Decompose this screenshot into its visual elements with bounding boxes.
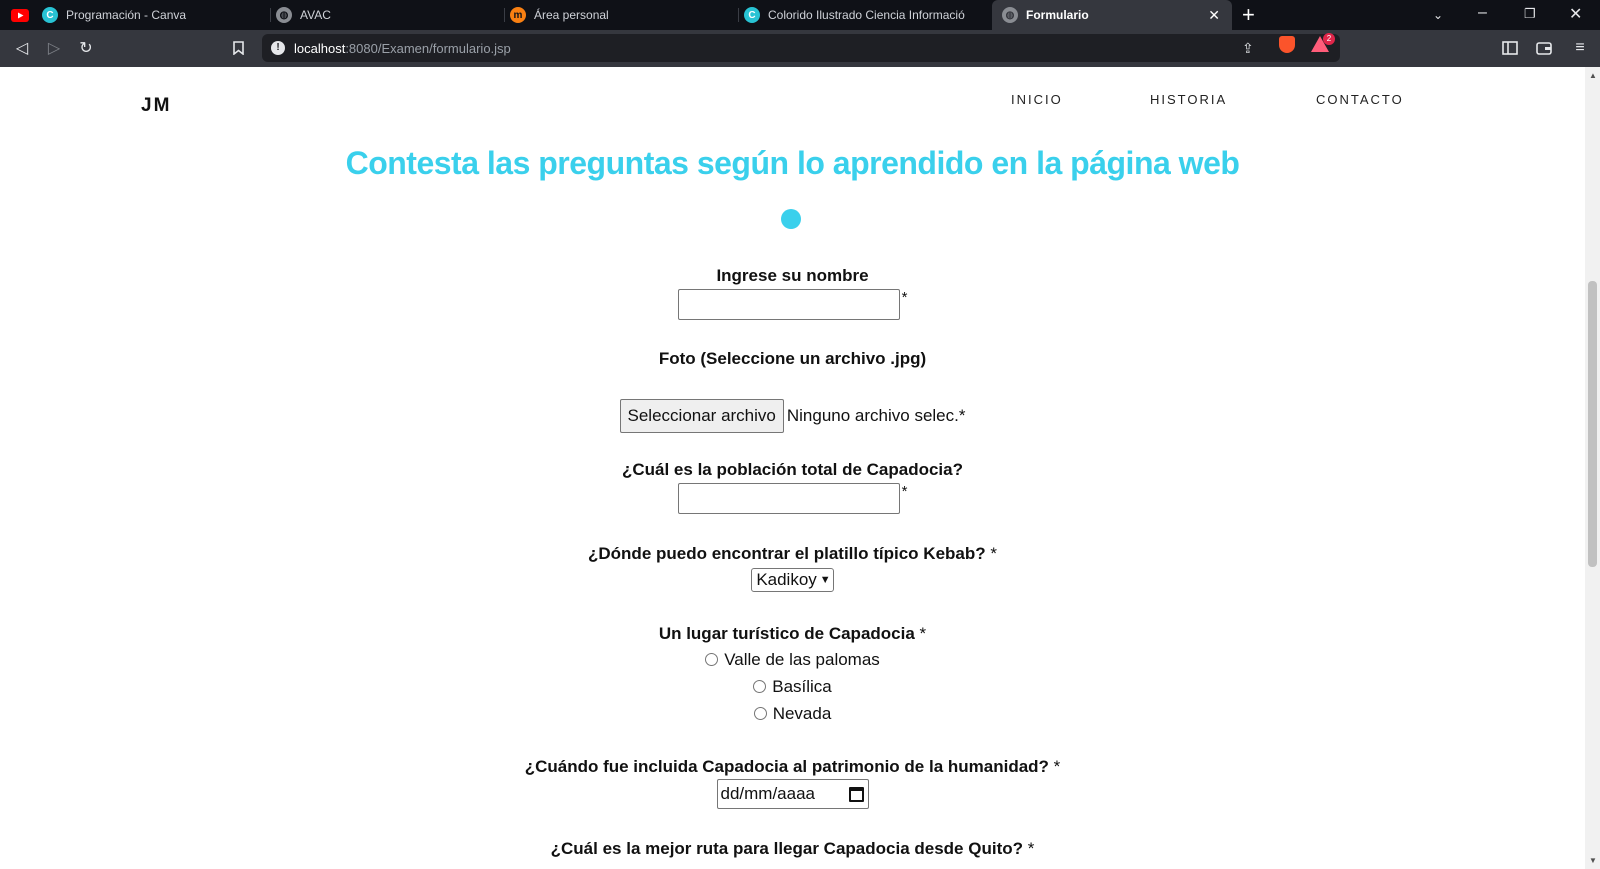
address-bar[interactable]: ! localhost:8080/Examen/formulario.jsp ⇪: [262, 34, 1340, 62]
tab-formulario[interactable]: ◍ Formulario ✕: [992, 0, 1232, 30]
page-scrollbar[interactable]: ▲ ▼: [1585, 67, 1600, 869]
tab-title: Formulario: [1026, 8, 1089, 22]
close-icon[interactable]: ✕: [1208, 7, 1220, 24]
nav-contacto[interactable]: CONTACTO: [1316, 92, 1404, 107]
globe-icon: ◍: [1002, 7, 1018, 23]
kebab-selected-value: Kadikoy: [756, 570, 817, 589]
page-title: Contesta las preguntas según lo aprendid…: [345, 145, 1240, 181]
sidebar-icon[interactable]: [1500, 38, 1520, 58]
calendar-icon[interactable]: [848, 786, 864, 802]
globe-icon: ◍: [276, 7, 292, 23]
scroll-down-icon[interactable]: ▼: [1589, 856, 1597, 865]
moodle-icon: m: [510, 7, 526, 23]
minimize-icon[interactable]: –: [1478, 4, 1487, 22]
site-info-icon[interactable]: !: [271, 41, 285, 55]
tab-divider: [270, 8, 271, 22]
new-tab-button[interactable]: +: [1242, 2, 1255, 28]
youtube-icon[interactable]: [10, 5, 30, 25]
scrollbar-thumb[interactable]: [1588, 281, 1597, 567]
kebab-select[interactable]: Kadikoy ▼: [751, 568, 834, 592]
radio-button[interactable]: [753, 707, 767, 721]
option-label: Nevada: [772, 704, 832, 723]
tab-title: Área personal: [534, 8, 609, 22]
kebab-label: ¿Dónde puedo encontrar el platillo típic…: [588, 544, 986, 563]
route-label: ¿Cuál es la mejor ruta para llegar Capad…: [550, 839, 1023, 858]
photo-label: Foto (Seleccione un archivo .jpg): [658, 349, 927, 368]
required-mark: *: [1053, 757, 1061, 776]
rewards-count-badge: 2: [1323, 33, 1335, 45]
tourist-option[interactable]: Basílica: [0, 677, 1585, 697]
tab-title: AVAC: [300, 8, 331, 22]
share-icon[interactable]: ⇪: [1242, 40, 1254, 57]
tab-avac[interactable]: ◍ AVAC: [276, 0, 504, 30]
heritage-row: dd/mm/aaaa: [0, 779, 1585, 809]
tab-colorido[interactable]: C Colorido Ilustrado Ciencia Informació: [744, 0, 986, 30]
tab-area-personal[interactable]: m Área personal: [510, 0, 738, 30]
required-mark: *: [901, 289, 908, 306]
name-row: *: [0, 289, 1585, 320]
tab-divider: [738, 8, 739, 22]
page-viewport: JM INICIO HISTORIA CONTACTO Contesta las…: [0, 67, 1585, 869]
option-label: Basílica: [772, 677, 832, 696]
chevron-down-icon: ▼: [819, 574, 831, 586]
tourist-label: Un lugar turístico de Capadocia: [658, 624, 915, 643]
nav-inicio[interactable]: INICIO: [1011, 92, 1063, 107]
tab-divider: [504, 8, 505, 22]
population-row: *: [0, 483, 1585, 514]
tourist-question: Un lugar turístico de Capadocia *: [0, 624, 1585, 644]
choose-file-button[interactable]: Seleccionar archivo: [619, 399, 784, 433]
file-status: Ninguno archivo selec.*: [786, 406, 966, 425]
tab-search-chevron-icon[interactable]: ⌄: [1433, 8, 1443, 22]
nav-historia[interactable]: HISTORIA: [1150, 92, 1227, 107]
required-mark: *: [990, 544, 997, 563]
wallet-icon[interactable]: [1534, 38, 1554, 58]
required-mark: *: [1027, 839, 1035, 858]
decorative-dot: [781, 209, 801, 229]
name-input[interactable]: [677, 289, 900, 320]
tab-canva[interactable]: C Programación - Canva: [42, 0, 270, 30]
browser-tab-strip: C Programación - Canva ◍ AVAC m Área per…: [0, 0, 1600, 30]
site-logo[interactable]: JM: [141, 95, 171, 117]
window-close-icon[interactable]: ✕: [1569, 4, 1582, 24]
option-label: Valle de las palomas: [724, 650, 880, 669]
population-label: ¿Cuál es la población total de Capadocia…: [621, 460, 963, 479]
date-placeholder: dd/mm/aaaa: [720, 784, 816, 803]
radio-button[interactable]: [753, 680, 767, 694]
address-url[interactable]: localhost:8080/Examen/formulario.jsp: [294, 41, 511, 56]
forward-icon[interactable]: ▷: [44, 38, 64, 58]
menu-icon[interactable]: ≡: [1570, 38, 1590, 58]
tourist-option[interactable]: Valle de las palomas: [0, 650, 1585, 670]
heritage-question: ¿Cuándo fue incluida Capadocia al patrim…: [0, 757, 1585, 777]
browser-toolbar: ◁ ▷ ↻ ! localhost:8080/Examen/formulario…: [0, 30, 1600, 67]
canva-icon: C: [744, 7, 760, 23]
population-input[interactable]: [677, 483, 900, 514]
radio-button[interactable]: [705, 653, 719, 667]
restore-icon[interactable]: ❐: [1524, 6, 1536, 22]
scroll-up-icon[interactable]: ▲: [1589, 71, 1597, 80]
photo-row: Seleccionar archivo Ninguno archivo selec…: [0, 399, 1585, 433]
tourist-option[interactable]: Nevada: [0, 704, 1585, 724]
required-mark: *: [919, 624, 927, 643]
heritage-date-input[interactable]: dd/mm/aaaa: [716, 779, 869, 809]
canva-icon: C: [42, 7, 58, 23]
name-label: Ingrese su nombre: [716, 266, 869, 285]
kebab-row: Kadikoy ▼: [0, 568, 1585, 592]
brave-shields-icon[interactable]: [1279, 36, 1295, 53]
kebab-question: ¿Dónde puedo encontrar el platillo típic…: [0, 544, 1585, 564]
heritage-label: ¿Cuándo fue incluida Capadocia al patrim…: [524, 757, 1049, 776]
reload-icon[interactable]: ↻: [76, 38, 96, 58]
bookmark-icon[interactable]: [228, 38, 248, 58]
tab-title: Programación - Canva: [66, 8, 187, 22]
tab-title: Colorido Ilustrado Ciencia Informació: [768, 8, 965, 22]
route-question: ¿Cuál es la mejor ruta para llegar Capad…: [0, 839, 1585, 859]
back-icon[interactable]: ◁: [12, 38, 32, 58]
required-mark: *: [901, 483, 908, 500]
